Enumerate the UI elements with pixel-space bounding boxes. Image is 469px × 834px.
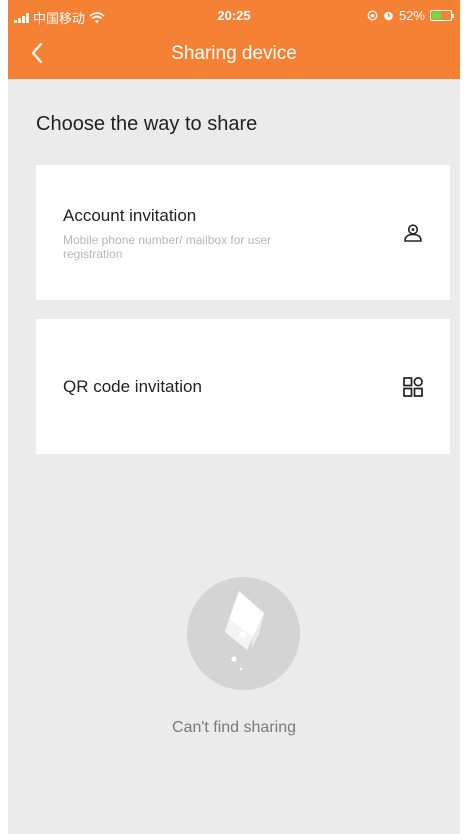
header-bar: 中国移动 20:25 52% Sharing device — [8, 0, 460, 79]
app-screen: 中国移动 20:25 52% Sharing device Choose the… — [8, 0, 460, 834]
empty-box-icon — [225, 591, 264, 671]
navigation-bar: Sharing device — [8, 30, 460, 76]
option-subtitle: Mobile phone number/ mailbox for user re… — [63, 233, 272, 261]
option-title: Account invitation — [63, 206, 197, 225]
qr-code-invitation-option[interactable]: QR code invitation — [36, 319, 450, 454]
page-title: Sharing device — [171, 43, 297, 64]
status-bar: 中国移动 20:25 52% — [8, 0, 460, 28]
qr-code-icon — [403, 377, 423, 397]
section-heading: Choose the way to share — [36, 113, 258, 135]
battery-percent: 52% — [398, 8, 425, 23]
user-icon — [404, 224, 422, 242]
battery-icon — [430, 10, 454, 21]
orientation-lock-icon — [367, 10, 378, 21]
alarm-icon — [384, 11, 393, 21]
option-title: QR code invitation — [63, 377, 202, 396]
empty-state-text: Can't find sharing — [171, 719, 296, 736]
empty-state-illustration — [187, 577, 300, 690]
account-invitation-option[interactable]: Account invitation Mobile phone number/ … — [36, 165, 450, 300]
status-right: 52% — [367, 8, 454, 23]
